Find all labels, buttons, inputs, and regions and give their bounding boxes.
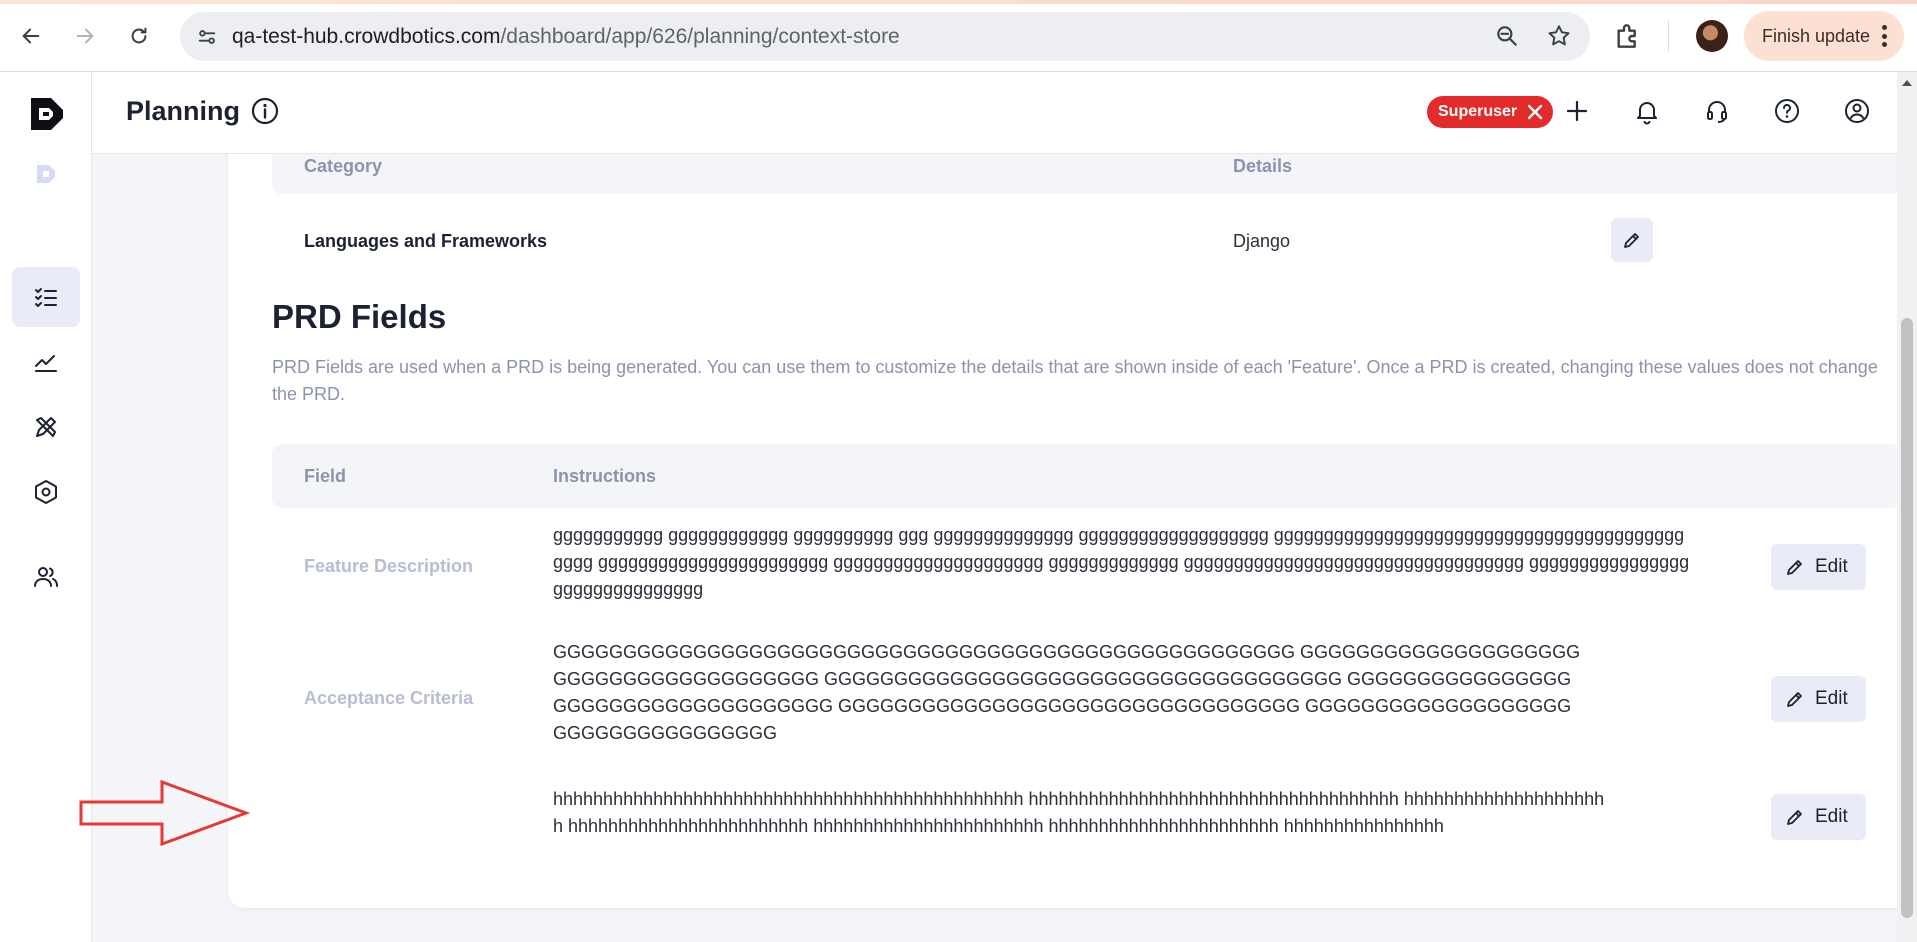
reload-icon [131, 27, 147, 44]
arrow-right-icon [76, 28, 94, 44]
bell-icon[interactable] [1632, 96, 1662, 126]
edit-label: Edit [1815, 806, 1848, 827]
edit-empty-field-button[interactable]: Edit [1771, 794, 1866, 840]
crowdbotics-logo[interactable] [29, 96, 65, 132]
pencil-icon [1624, 233, 1639, 248]
header-instructions: Instructions [553, 466, 657, 486]
details-cell: Django [1233, 231, 1291, 251]
sidebar-item-planning[interactable] [12, 267, 80, 327]
edit-feature-description-button[interactable]: Edit [1771, 544, 1866, 590]
sidebar-item-settings[interactable] [12, 462, 80, 522]
finish-update-label: Finish update [1762, 25, 1871, 46]
header-details: Details [1233, 156, 1293, 176]
browser-toolbar: qa-test-hub.crowdbotics.com/dashboard/ap… [0, 0, 1917, 72]
bookmark-star-icon[interactable] [1546, 23, 1572, 49]
reload-button[interactable] [120, 17, 158, 55]
sidebar-item-team[interactable] [12, 547, 80, 607]
edit-acceptance-criteria-button[interactable]: Edit [1771, 676, 1866, 722]
pencil-icon [1787, 560, 1802, 575]
context-table-header [272, 154, 1897, 194]
project-logo-icon [37, 165, 55, 183]
superuser-badge: Superuser [1427, 96, 1554, 128]
annotation-arrow-icon [79, 779, 250, 847]
profile-avatar[interactable] [1696, 20, 1728, 52]
plus-icon[interactable] [1562, 96, 1592, 126]
help-icon[interactable] [1772, 96, 1802, 126]
hexagon-settings-icon [35, 480, 57, 504]
page-scrollbar[interactable] [1897, 72, 1917, 942]
checklist-icon [35, 288, 57, 307]
trend-chart-icon [35, 355, 57, 372]
header-category: Category [304, 156, 383, 176]
arrow-left-icon [22, 28, 40, 44]
forward-button[interactable] [66, 17, 104, 55]
extensions-icon[interactable] [1612, 20, 1644, 52]
instructions-empty-field: hhhhhhhhhhhhhhhhhhhhhhhhhhhhhhhhhhhhhhhh… [553, 789, 1605, 836]
sidebar-item-project-logo[interactable] [12, 144, 80, 204]
more-vert-icon [1882, 25, 1888, 47]
header-field: Field [304, 466, 347, 486]
superuser-label: Superuser [1438, 103, 1518, 120]
address-bar-actions [1494, 23, 1572, 49]
category-cell: Languages and Frameworks [304, 231, 548, 251]
pencil-icon [1787, 692, 1802, 707]
field-feature-description: Feature Description [304, 556, 474, 576]
info-icon[interactable] [250, 96, 280, 126]
sidebar-item-analytics[interactable] [12, 332, 80, 392]
finish-update-button[interactable]: Finish update [1744, 11, 1904, 61]
instructions-acceptance-criteria: GGGGGGGGGGGGGGGGGGGGGGGGGGGGGGGGGGGGGGGG… [553, 642, 1581, 743]
context-store-card: Category Details Languages and Framework… [228, 154, 1897, 908]
browser-top-accent [0, 0, 1917, 4]
page-title: Planning [126, 96, 240, 126]
prd-table-header [272, 444, 1897, 508]
url-domain: qa-test-hub.crowdbotics.com [232, 24, 501, 48]
url-path: /dashboard/app/626/planning/context-stor… [500, 24, 900, 48]
app-header: Planning Superuser [92, 72, 1897, 154]
user-account-icon[interactable] [1842, 96, 1872, 126]
toolbar-separator [1668, 20, 1669, 52]
zoom-icon[interactable] [1494, 23, 1520, 49]
instructions-feature-description: ggggggggggg gggggggggggg gggggggggg ggg … [553, 525, 1690, 599]
prd-fields-title: PRD Fields [272, 298, 447, 335]
main-content: Category Details Languages and Framework… [92, 154, 1897, 942]
edit-label: Edit [1815, 556, 1848, 577]
prd-fields-description: PRD Fields are used when a PRD is being … [272, 357, 1878, 404]
close-icon[interactable] [1526, 103, 1544, 121]
scrollbar-thumb[interactable] [1901, 318, 1913, 918]
sidebar-item-design[interactable] [12, 397, 80, 457]
headset-icon[interactable] [1702, 96, 1732, 126]
pencil-icon [1787, 810, 1802, 825]
users-icon [34, 567, 58, 587]
edit-label: Edit [1815, 688, 1848, 709]
scroll-up-arrow-icon[interactable] [1902, 80, 1912, 86]
url-text: qa-test-hub.crowdbotics.com/dashboard/ap… [232, 25, 900, 49]
design-tools-icon [36, 417, 56, 437]
back-button[interactable] [12, 17, 50, 55]
address-bar[interactable]: qa-test-hub.crowdbotics.com/dashboard/ap… [180, 12, 1590, 61]
edit-context-button[interactable] [1611, 218, 1653, 262]
field-acceptance-criteria: Acceptance Criteria [304, 688, 474, 708]
site-info-icon[interactable] [196, 26, 218, 48]
